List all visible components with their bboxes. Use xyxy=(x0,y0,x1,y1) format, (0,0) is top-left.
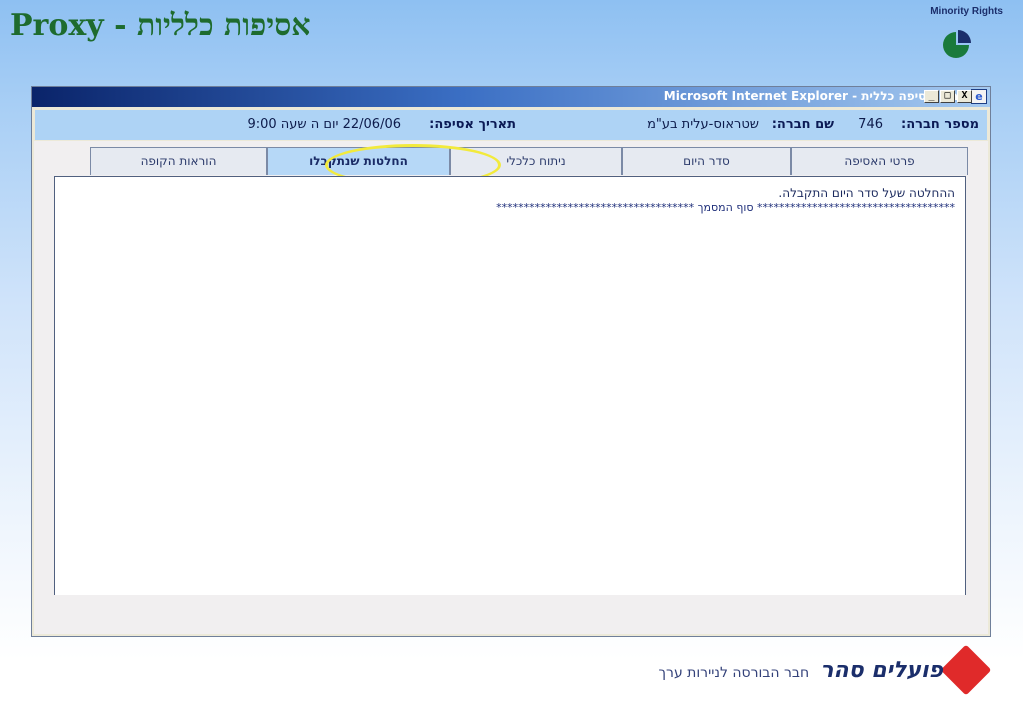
slide-title: אסיפות כלליות - Proxy xyxy=(10,8,311,43)
footer-subtitle: חבר הבורסה לניירות ערך xyxy=(658,665,810,681)
company-number-label: מספר חברה: xyxy=(901,117,979,132)
brand-label: Minority Rights xyxy=(930,6,1003,17)
company-number-value: 746 xyxy=(858,117,883,132)
window-title: פרטי אסיפה כללית - Microsoft Internet Ex… xyxy=(663,89,966,103)
ie-window: e פרטי אסיפה כללית - Microsoft Internet … xyxy=(31,86,991,637)
meeting-date-label: תאריך אסיפה: xyxy=(429,117,516,132)
ie-logo-icon: e xyxy=(971,89,987,104)
tab-fund-instructions[interactable]: הוראות הקופה xyxy=(90,147,267,175)
end-of-document-text: ************************************ סוף… xyxy=(496,201,955,214)
maximize-button[interactable]: □ xyxy=(940,90,955,103)
tab-bar: הוראות הקופה החלטות שנתקבלו ניתוח כלכלי … xyxy=(90,144,970,186)
tab-resolutions-passed[interactable]: החלטות שנתקבלו xyxy=(267,147,450,175)
close-button[interactable]: X xyxy=(957,90,972,103)
company-name-value: שטראוס-עלית בע"מ xyxy=(647,117,759,132)
dialog-body: הוראות הקופה החלטות שנתקבלו ניתוח כלכלי … xyxy=(34,141,988,634)
window-titlebar[interactable]: e פרטי אסיפה כללית - Microsoft Internet … xyxy=(32,87,990,107)
footer-bank-name: פועלים סהר xyxy=(820,658,943,683)
pie-chart-logo-icon xyxy=(943,30,971,58)
tab-agenda[interactable]: סדר היום xyxy=(622,147,791,175)
minimize-button[interactable]: _ xyxy=(924,90,939,103)
meeting-info-bar: מספר חברה: 746 שם חברה: שטראוס-עלית בע"מ… xyxy=(35,110,987,140)
tab-meeting-details[interactable]: פרטי האסיפה xyxy=(791,147,968,175)
resolution-text: ההחלטה שעל סדר היום התקבלה. xyxy=(778,186,955,200)
resolutions-content: ההחלטה שעל סדר היום התקבלה. ************… xyxy=(54,176,966,595)
tab-economic-analysis[interactable]: ניתוח כלכלי xyxy=(450,147,622,175)
meeting-date-value: 22/06/06 יום ה שעה 9:00 xyxy=(247,117,401,132)
footer-brand: פועלים סהר חבר הבורסה לניירות ערך xyxy=(659,658,943,683)
company-name-label: שם חברה: xyxy=(771,117,834,132)
red-diamond-logo-icon xyxy=(940,644,992,696)
